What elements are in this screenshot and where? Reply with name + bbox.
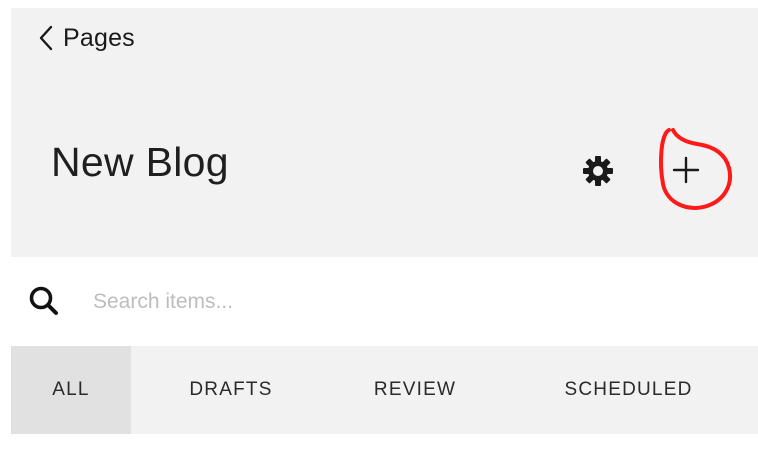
tab-scheduled[interactable]: SCHEDULED [499,346,758,434]
tab-review[interactable]: REVIEW [331,346,499,434]
page-header: Pages New Blog [11,8,758,257]
back-link-label: Pages [63,23,135,52]
app-frame: Pages New Blog Search items... ALL DRAFT… [0,0,758,453]
blog-panel: Pages New Blog Search items... ALL DRAFT… [11,8,758,440]
filter-tabs: ALL DRAFTS REVIEW SCHEDULED [11,346,758,434]
gear-icon [583,156,613,186]
search-input[interactable] [91,281,695,323]
search-icon [29,286,58,315]
back-to-pages-link[interactable]: Pages [39,20,135,56]
page-title: New Blog [51,139,229,185]
add-item-button[interactable] [663,147,709,193]
search-bar [11,257,758,346]
tab-drafts[interactable]: DRAFTS [131,346,331,434]
settings-button[interactable] [581,154,615,188]
plus-icon [672,156,700,184]
tab-all[interactable]: ALL [11,346,131,434]
chevron-left-icon [39,25,53,51]
